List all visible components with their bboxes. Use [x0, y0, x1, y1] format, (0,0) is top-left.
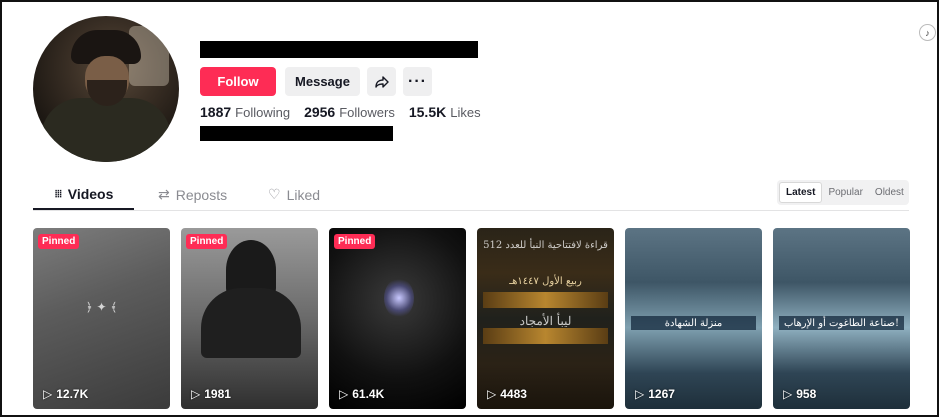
heart-icon: ♡ — [268, 186, 281, 202]
redacted-username — [200, 41, 478, 58]
following-stat[interactable]: 1887 Following — [200, 104, 290, 120]
followers-count: 2956 — [304, 104, 336, 120]
view-count: ▷ 12.7K — [43, 387, 89, 401]
tab-liked[interactable]: ♡ Liked — [268, 186, 320, 203]
video-overlay-text: صناعة الطاغوت أو الإرهاب! — [784, 318, 899, 329]
video-overlay-text: قراءة لافتتاحية النبأ للعدد 512 — [483, 240, 608, 251]
tiktok-logo-icon[interactable]: ♪ — [919, 24, 936, 41]
message-button[interactable]: Message — [285, 67, 360, 96]
grid-icon: ⦙⦙⦙ — [55, 188, 62, 200]
sort-latest[interactable]: Latest — [779, 182, 823, 203]
sort-oldest[interactable]: Oldest — [869, 182, 910, 203]
pinned-badge: Pinned — [38, 234, 80, 249]
play-icon: ▷ — [43, 387, 53, 401]
view-count: ▷ 958 — [783, 387, 817, 401]
play-icon: ▷ — [487, 387, 497, 401]
play-icon: ▷ — [783, 387, 793, 401]
play-icon: ▷ — [635, 387, 645, 401]
pinned-badge: Pinned — [186, 234, 228, 249]
video-tile[interactable]: صناعة الطاغوت أو الإرهاب! ▷ 958 — [773, 228, 910, 409]
following-label: Following — [235, 105, 291, 120]
video-overlay-text: منزلة الشهادة — [664, 318, 723, 329]
view-count: ▷ 1981 — [191, 387, 231, 401]
video-tile[interactable]: منزلة الشهادة ▷ 1267 — [625, 228, 762, 409]
play-icon: ▷ — [339, 387, 349, 401]
following-count: 1887 — [200, 104, 232, 120]
play-icon: ▷ — [191, 387, 201, 401]
more-options-button[interactable]: ··· — [403, 67, 432, 96]
tab-videos[interactable]: ⦙⦙⦙ Videos — [55, 186, 113, 202]
likes-stat: 15.5K Likes — [409, 104, 481, 120]
video-overlay-text: ربيع الأول ١٤٤٧هـ — [509, 276, 582, 287]
repost-icon: ⇄ — [158, 186, 170, 202]
sort-toggle: Latest Popular Oldest — [777, 180, 909, 205]
pinned-badge: Pinned — [334, 234, 376, 249]
follow-button[interactable]: Follow — [200, 67, 276, 96]
redacted-bio — [200, 126, 393, 141]
video-tile[interactable]: Pinned ▷ 61.4K — [329, 228, 466, 409]
active-tab-indicator — [33, 208, 134, 210]
tab-videos-label: Videos — [67, 186, 114, 202]
tab-liked-label: Liked — [286, 186, 321, 203]
sort-popular[interactable]: Popular — [822, 182, 868, 203]
avatar[interactable] — [33, 16, 179, 162]
video-tile[interactable]: قراءة لافتتاحية النبأ للعدد 512 ربيع الأ… — [477, 228, 614, 409]
video-tile[interactable]: Pinned ▷ 1981 — [181, 228, 318, 409]
video-tile[interactable]: ﴿ ✦ ﴾ Pinned ▷ 12.7K — [33, 228, 170, 409]
tab-reposts[interactable]: ⇄ Reposts — [158, 186, 227, 203]
followers-stat[interactable]: 2956 Followers — [304, 104, 395, 120]
likes-count: 15.5K — [408, 104, 447, 120]
view-count: ▷ 1267 — [635, 387, 675, 401]
share-icon — [374, 75, 389, 88]
likes-label: Likes — [450, 105, 481, 120]
view-count: ▷ 4483 — [487, 387, 527, 401]
share-button[interactable] — [367, 67, 396, 96]
video-overlay-text: ليبأ الأمجاد — [519, 314, 572, 328]
tab-reposts-label: Reposts — [175, 186, 228, 203]
followers-label: Followers — [339, 105, 395, 120]
profile-stats: 1887 Following 2956 Followers 15.5K Likes — [200, 104, 481, 120]
view-count: ▷ 61.4K — [339, 387, 385, 401]
